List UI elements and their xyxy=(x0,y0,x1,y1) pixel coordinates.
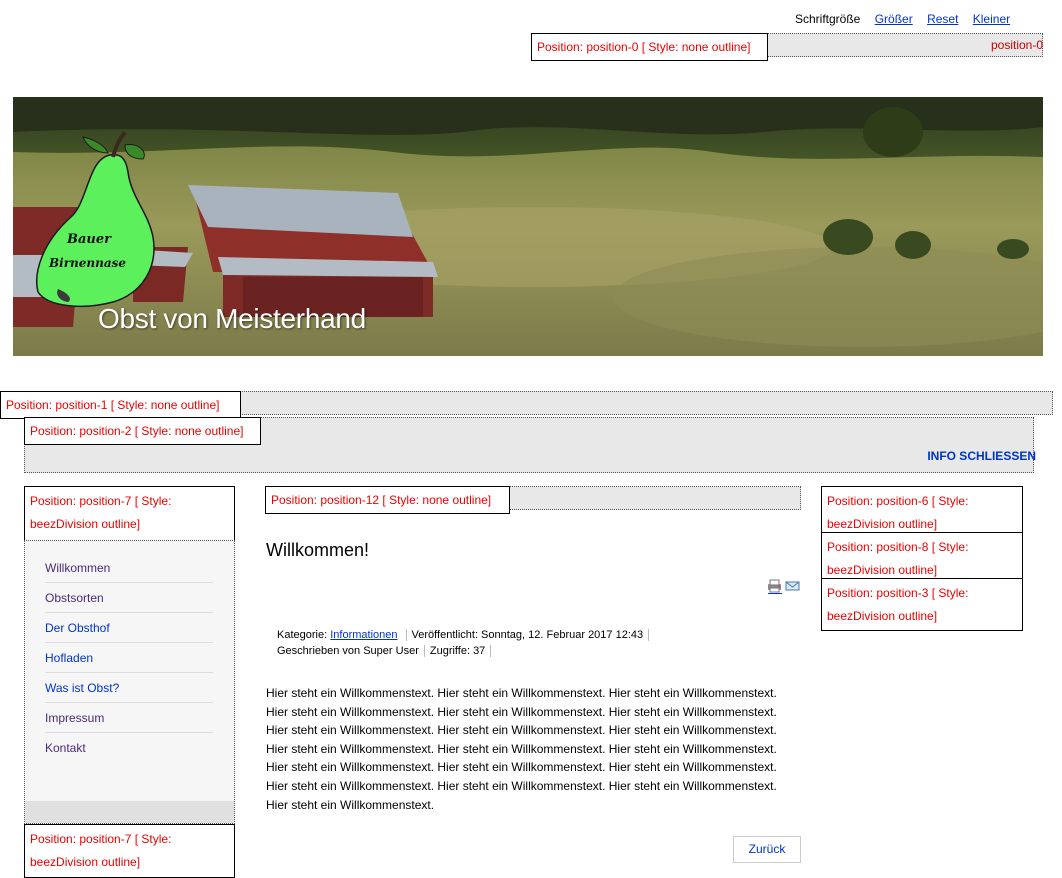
info-close-link[interactable]: INFO SCHLIESSEN xyxy=(927,449,1036,463)
position-1-label: Position: position-1 [ Style: none outli… xyxy=(0,391,241,419)
menu-item-label: Was ist Obst? xyxy=(45,681,120,695)
position-7-top-label: Position: position-7 [ Style: beezDivisi… xyxy=(24,486,235,541)
right-column: Position: position-6 [ Style: beezDivisi… xyxy=(821,486,1023,631)
menu-item-der-obsthof[interactable]: Der Obsthof xyxy=(45,613,213,643)
position-7-bottom-label: Position: position-7 [ Style: beezDivisi… xyxy=(24,824,235,878)
menu-item-hofladen[interactable]: Hofladen xyxy=(45,643,213,673)
font-size-label: Schriftgröße xyxy=(795,12,861,26)
menu-item-impressum[interactable]: Impressum xyxy=(45,703,213,733)
print-icon[interactable] xyxy=(768,579,782,594)
article-author: Geschrieben von Super User xyxy=(277,645,425,657)
article-title: Willkommen! xyxy=(266,540,370,560)
position-12-label: Position: position-12 [ Style: none outl… xyxy=(265,486,510,514)
font-size-bar: Schriftgröße Größer Reset Kleiner xyxy=(795,12,1010,26)
position-6-label: Position: position-6 [ Style: beezDivisi… xyxy=(821,486,1023,532)
back-button[interactable]: Zurück xyxy=(733,836,801,863)
category-label: Kategorie: xyxy=(277,629,328,641)
menu-item-label: Obstsorten xyxy=(45,591,104,605)
main-menu: Willkommen Obstsorten Der Obsthof Hoflad… xyxy=(24,540,235,824)
menu-item-label: Willkommen xyxy=(45,561,111,575)
email-icon[interactable] xyxy=(785,581,800,591)
article-published: Veröffentlicht: Sonntag, 12. Februar 201… xyxy=(411,629,650,641)
menu-item-label: Hofladen xyxy=(45,651,94,665)
position-2-label: Position: position-2 [ Style: none outli… xyxy=(24,417,261,445)
site-title: Obst von Meisterhand xyxy=(98,303,366,334)
menu-item-label: Der Obsthof xyxy=(45,621,110,635)
menu-item-label: Impressum xyxy=(45,711,105,725)
article-body: Hier steht ein Willkommenstext. Hier ste… xyxy=(266,686,777,812)
position-0-right-label: position-0 xyxy=(990,38,1043,52)
article-hits: Zugriffe: 37 xyxy=(429,645,492,657)
menu-item-was-ist-obst[interactable]: Was ist Obst? xyxy=(45,673,213,703)
header-banner: Bauer Birnennase Obst von Meisterhand xyxy=(13,97,1043,356)
article-meta: Kategorie: Informationen Veröffentlicht:… xyxy=(277,627,654,659)
font-smaller-link[interactable]: Kleiner xyxy=(973,12,1010,26)
article-icons xyxy=(766,578,802,597)
menu-item-label: Kontakt xyxy=(45,741,86,755)
article-category: Kategorie: Informationen xyxy=(277,629,407,641)
position-0-label: Position: position-0 [ Style: none outli… xyxy=(531,33,768,61)
position-3-label: Position: position-3 [ Style: beezDivisi… xyxy=(821,578,1023,631)
logo-text-line1: Bauer xyxy=(66,232,112,247)
menu-item-willkommen[interactable]: Willkommen xyxy=(45,553,213,583)
font-bigger-link[interactable]: Größer xyxy=(875,12,913,26)
position-8-label: Position: position-8 [ Style: beezDivisi… xyxy=(821,532,1023,578)
menu-footer xyxy=(25,801,234,823)
font-reset-link[interactable]: Reset xyxy=(927,12,958,26)
menu-item-obstsorten[interactable]: Obstsorten xyxy=(45,583,213,613)
category-link[interactable]: Informationen xyxy=(330,629,397,641)
logo-text-line2: Birnennase xyxy=(48,256,126,270)
menu-item-kontakt[interactable]: Kontakt xyxy=(45,733,213,763)
